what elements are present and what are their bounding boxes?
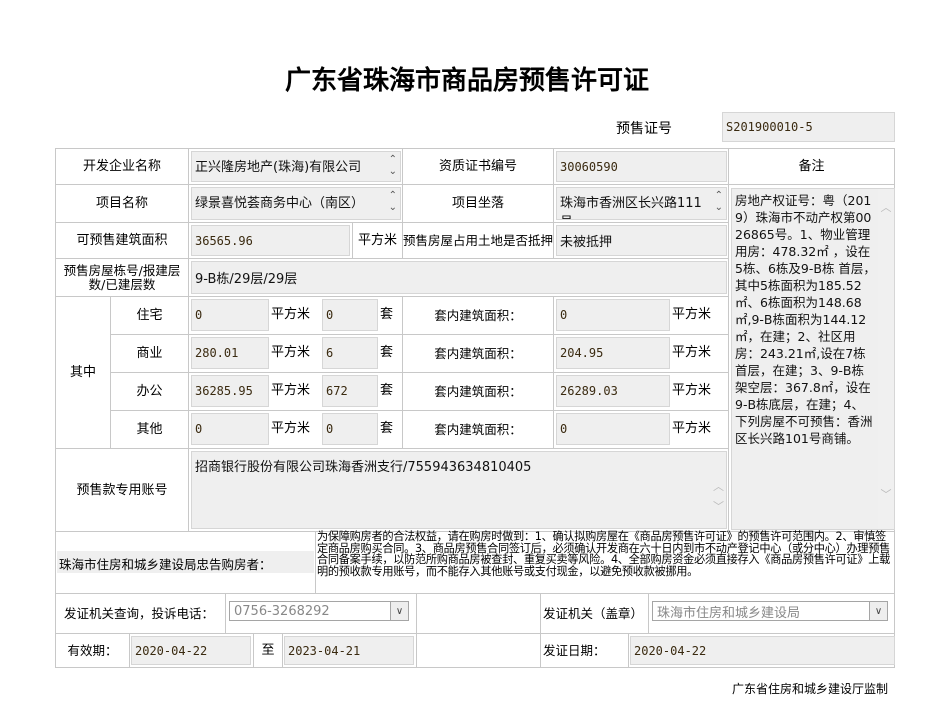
breakdown-inner-field[interactable]: 0 <box>556 413 670 445</box>
empty-cell <box>416 593 541 634</box>
breakdown-inner-unit: 平方米 <box>672 345 712 360</box>
breakdown-type-label: 商业 <box>110 334 189 373</box>
location-value: 珠海市香洲区长兴路111号 <box>560 196 702 219</box>
breakdown-inner-unit: 平方米 <box>672 421 712 436</box>
breakdown-area-unit: 平方米 <box>271 383 311 398</box>
breakdown-count-field[interactable]: 672 <box>322 375 378 407</box>
empty-cell <box>416 633 541 668</box>
building-field[interactable]: 9-B栋/29层/29层 <box>191 261 727 294</box>
mortgage-label: 预售房屋占用土地是否抵押 <box>402 222 554 259</box>
validity-label: 有效期： <box>55 633 130 668</box>
chevron-down-icon[interactable]: ∨ <box>390 602 408 620</box>
location-field[interactable]: 珠海市香洲区长兴路111号 ⌃⌄ <box>556 187 727 220</box>
breakdown-count-unit: 套 <box>380 421 394 436</box>
issue-date-label: 发证日期： <box>540 633 629 668</box>
cert-number-field[interactable]: S201900010-5 <box>722 112 895 142</box>
breakdown-count-field[interactable]: 6 <box>322 337 378 369</box>
qualification-field[interactable]: 30060590 <box>556 151 727 182</box>
notice-label: 珠海市住房和城乡建设局忠告购房者： <box>57 551 314 573</box>
cert-label: 预售证号 <box>616 121 672 137</box>
mortgage-field[interactable]: 未被抵押 <box>556 225 727 256</box>
project-field[interactable]: 绿景喜悦荟商务中心（南区） ⌃ ⌄ <box>191 187 401 220</box>
breakdown-area-field[interactable]: 280.01 <box>191 337 269 369</box>
breakdown-area-unit: 平方米 <box>271 421 311 436</box>
area-unit: 平方米 <box>352 222 403 259</box>
breakdown-inner-label: 套内建筑面积： <box>402 334 554 373</box>
scrollbar[interactable]: ︿ ﹀ <box>878 189 894 529</box>
scroll-arrows-icon[interactable]: ⌃ ⌄ <box>389 190 397 214</box>
issuer-value: 珠海市住房和城乡建设局 <box>657 605 801 621</box>
scrollbar[interactable]: ︿ ﹀ <box>713 477 724 517</box>
breakdown-count-field[interactable]: 0 <box>322 413 378 445</box>
validity-to-label: 至 <box>253 633 283 668</box>
account-value: 招商银行股份有限公司珠海香洲支行/755943634810405 <box>195 460 532 475</box>
scroll-arrows-icon[interactable]: ⌃ ⌄ <box>715 190 723 214</box>
breakdown-count-unit: 套 <box>380 307 394 322</box>
breakdown-label: 其中 <box>55 296 111 449</box>
notice-text: 为保障购房者的合法权益，请在购房时做到：1、确认拟购房屋在《商品房预售许可证》的… <box>317 530 890 578</box>
breakdown-inner-label: 套内建筑面积： <box>402 372 554 411</box>
qualification-label: 资质证书编号 <box>402 148 554 185</box>
breakdown-inner-field[interactable]: 204.95 <box>556 337 670 369</box>
remark-textarea[interactable]: 房地产权证号：粤（2019）珠海市不动产权第0026865号。1、物业管理用房：… <box>731 188 895 530</box>
breakdown-inner-label: 套内建筑面积： <box>402 296 554 335</box>
breakdown-inner-unit: 平方米 <box>672 307 712 322</box>
issuer-label: 发证机关（盖章） <box>540 593 649 634</box>
developer-label: 开发企业名称 <box>55 148 189 185</box>
scroll-arrows-icon[interactable]: ⌃ ⌄ <box>389 154 397 178</box>
issuer-select[interactable]: 珠海市住房和城乡建设局 ∨ <box>652 601 888 621</box>
breakdown-count-field[interactable]: 0 <box>322 299 378 331</box>
chevron-down-icon[interactable]: ∨ <box>869 602 887 620</box>
developer-value: 正兴隆房地产(珠海)有限公司 <box>195 160 362 175</box>
breakdown-count-unit: 套 <box>380 345 394 360</box>
project-value: 绿景喜悦荟商务中心（南区） <box>195 196 365 211</box>
breakdown-inner-unit: 平方米 <box>672 383 712 398</box>
footer-text: 广东省住房和城乡建设厅监制 <box>731 682 888 696</box>
phone-label: 发证机关查询，投诉电话： <box>55 593 226 634</box>
phone-select[interactable]: 0756-3268292 ∨ <box>229 601 409 621</box>
breakdown-type-label: 其他 <box>110 410 189 449</box>
validity-to-field[interactable]: 2023-04-21 <box>284 636 414 665</box>
breakdown-area-field[interactable]: 0 <box>191 299 269 331</box>
breakdown-area-unit: 平方米 <box>271 345 311 360</box>
building-label: 预售房屋栋号/报建层数/已建层数 <box>55 258 189 297</box>
breakdown-inner-field[interactable]: 26289.03 <box>556 375 670 407</box>
developer-field[interactable]: 正兴隆房地产(珠海)有限公司 ⌃ ⌄ <box>191 151 401 182</box>
breakdown-area-unit: 平方米 <box>271 307 311 322</box>
page-title: 广东省珠海市商品房预售许可证 <box>284 66 649 96</box>
account-label: 预售款专用账号 <box>55 448 189 532</box>
account-textarea[interactable]: 招商银行股份有限公司珠海香洲支行/755943634810405 ︿ ﹀ <box>191 451 727 529</box>
remark-label: 备注 <box>728 148 895 185</box>
phone-value: 0756-3268292 <box>234 603 330 619</box>
breakdown-type-label: 住宅 <box>110 296 189 335</box>
remark-value: 房地产权证号：粤（2019）珠海市不动产权第0026865号。1、物业管理用房：… <box>735 193 876 446</box>
location-label: 项目坐落 <box>402 184 554 223</box>
breakdown-type-label: 办公 <box>110 372 189 411</box>
project-label: 项目名称 <box>55 184 189 223</box>
breakdown-inner-label: 套内建筑面积： <box>402 410 554 449</box>
area-field[interactable]: 36565.96 <box>191 225 350 256</box>
breakdown-area-field[interactable]: 0 <box>191 413 269 445</box>
area-label: 可预售建筑面积 <box>55 222 189 259</box>
breakdown-count-unit: 套 <box>380 383 394 398</box>
breakdown-area-field[interactable]: 36285.95 <box>191 375 269 407</box>
breakdown-inner-field[interactable]: 0 <box>556 299 670 331</box>
validity-from-field[interactable]: 2020-04-22 <box>131 636 251 665</box>
issue-date-field[interactable]: 2020-04-22 <box>630 636 895 665</box>
